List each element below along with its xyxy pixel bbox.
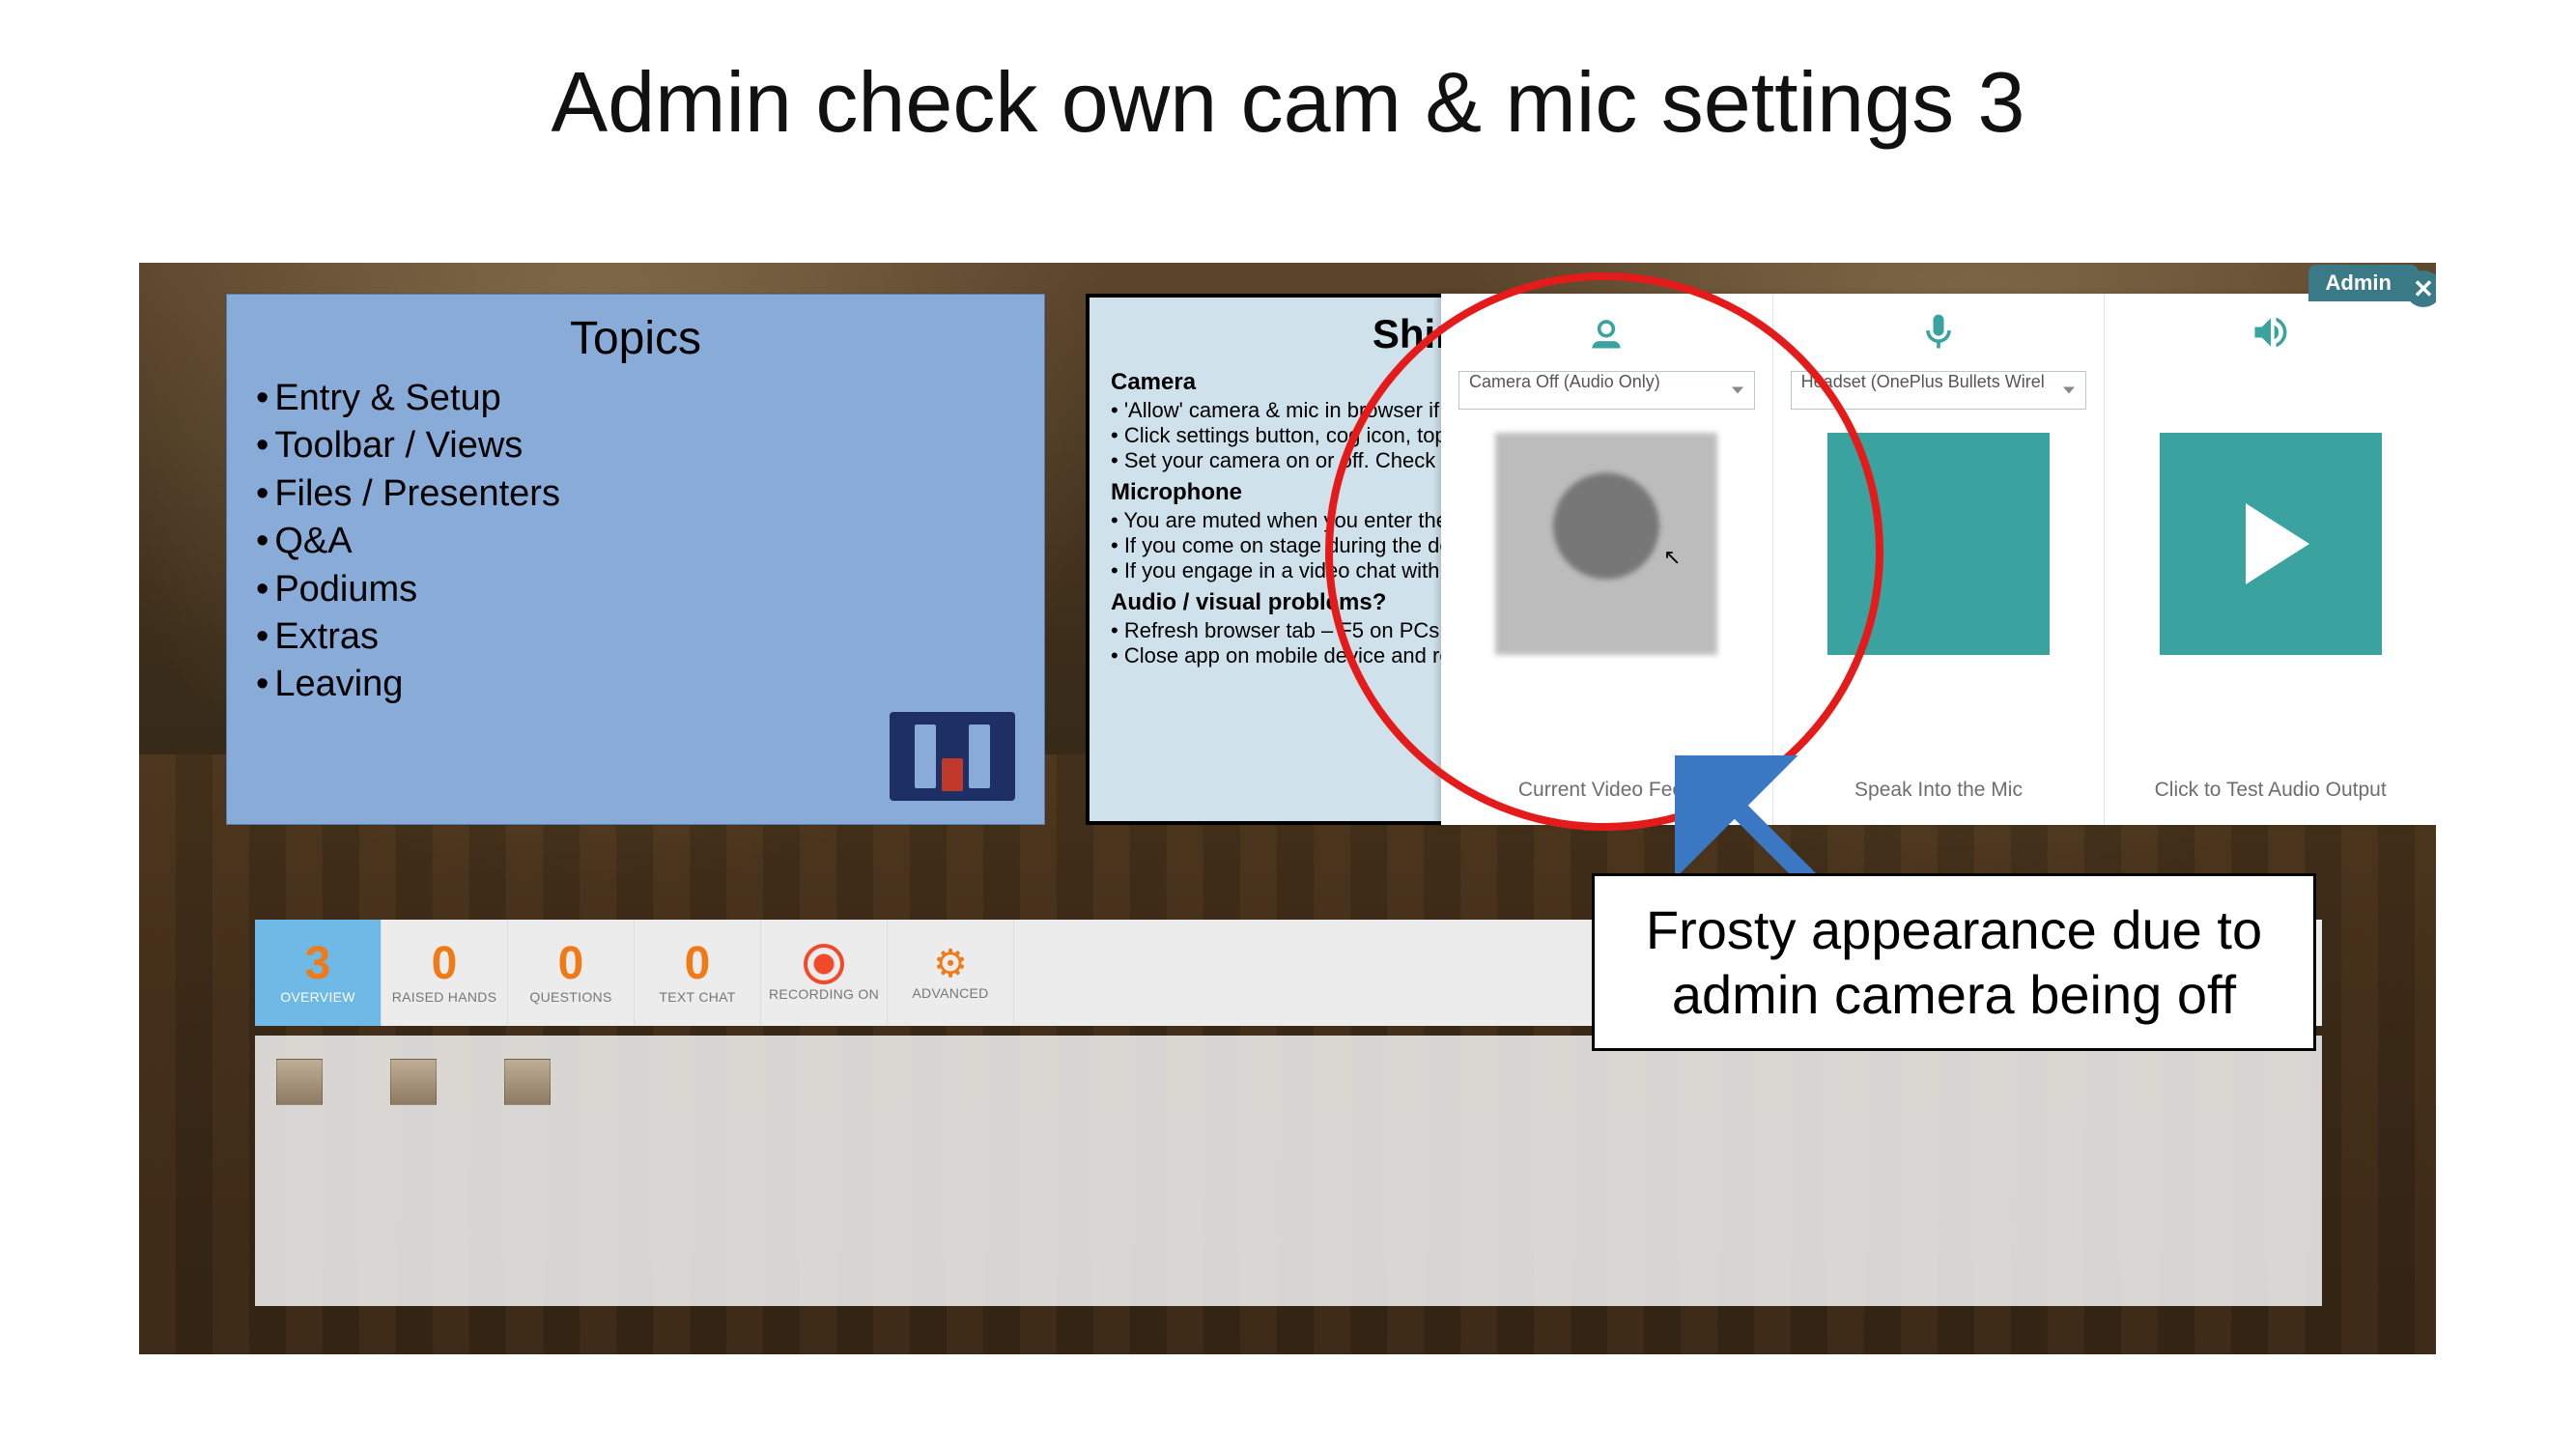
topics-item: Leaving	[256, 661, 1015, 708]
stage-background: Topics Entry & Setup Toolbar / Views Fil…	[139, 263, 2436, 1354]
camera-select[interactable]: Camera Off (Audio Only)	[1458, 371, 1755, 410]
speaker-caption: Click to Test Audio Output	[2155, 779, 2387, 802]
speaker-icon	[2250, 311, 2292, 357]
video-preview	[1495, 433, 1717, 655]
tab-count: 3	[305, 941, 331, 987]
toolbar-tab-questions[interactable]: 0 QUESTIONS	[508, 920, 635, 1026]
topics-item: Podiums	[256, 566, 1015, 613]
attendee-strip	[255, 1036, 2322, 1306]
tab-label: RECORDING ON	[769, 986, 879, 1002]
toolbar-tab-advanced[interactable]: ⚙ ADVANCED	[888, 920, 1014, 1026]
topics-item: Files / Presenters	[256, 470, 1015, 518]
tab-count: 0	[432, 941, 458, 987]
test-audio-button[interactable]	[2160, 433, 2382, 655]
tab-label: QUESTIONS	[529, 989, 611, 1005]
tab-count: 0	[685, 941, 711, 987]
toolbar-tab-text-chat[interactable]: 0 TEXT CHAT	[635, 920, 761, 1026]
record-icon	[804, 944, 844, 984]
attendee-thumbnail[interactable]	[276, 1059, 323, 1105]
brand-logo	[890, 712, 1015, 801]
topics-item: Q&A	[256, 518, 1015, 565]
admin-tab-label: Admin	[2308, 265, 2419, 301]
tab-label: TEXT CHAT	[659, 989, 735, 1005]
topics-item: Extras	[256, 613, 1015, 661]
topics-heading: Topics	[256, 312, 1015, 365]
camera-column: Camera Off (Audio Only) ↖ Current Video …	[1441, 294, 1773, 825]
play-icon	[2246, 503, 2309, 584]
mic-level-box	[1827, 433, 2050, 655]
tab-label: ADVANCED	[912, 985, 988, 1001]
attendee-thumbnail[interactable]	[390, 1059, 437, 1105]
mic-column: Headset (OnePlus Bullets Wirel Speak Int…	[1773, 294, 2106, 825]
topics-item: Toolbar / Views	[256, 422, 1015, 469]
toolbar-tab-raised-hands[interactable]: 0 RAISED HANDS	[382, 920, 508, 1026]
gear-icon: ⚙	[933, 945, 968, 983]
tab-label: RAISED HANDS	[392, 989, 497, 1005]
camera-icon	[1585, 311, 1628, 357]
tab-label: OVERVIEW	[280, 989, 355, 1005]
mic-caption: Speak Into the Mic	[1854, 779, 2023, 802]
toolbar-tab-recording[interactable]: RECORDING ON	[761, 920, 888, 1026]
annotation-callout: Frosty appearance due to admin camera be…	[1592, 873, 2316, 1051]
video-caption: Current Video Feed	[1518, 779, 1695, 802]
topics-slide: Topics Entry & Setup Toolbar / Views Fil…	[226, 294, 1045, 825]
slide-title: Admin check own cam & mic settings 3	[0, 53, 2576, 152]
topics-list: Entry & Setup Toolbar / Views Files / Pr…	[256, 375, 1015, 709]
close-icon[interactable]: ✕	[2405, 270, 2436, 307]
topics-item: Entry & Setup	[256, 375, 1015, 422]
speaker-column: Click to Test Audio Output	[2105, 294, 2436, 825]
tab-count: 0	[558, 941, 584, 987]
microphone-icon	[1917, 311, 1960, 357]
mic-select[interactable]: Headset (OnePlus Bullets Wirel	[1791, 371, 2087, 410]
av-settings-popup: Admin ✕ Camera Off (Audio Only) ↖ Curren…	[1441, 294, 2436, 825]
toolbar-tab-overview[interactable]: 3 OVERVIEW	[255, 920, 382, 1026]
attendee-thumbnail[interactable]	[504, 1059, 551, 1105]
